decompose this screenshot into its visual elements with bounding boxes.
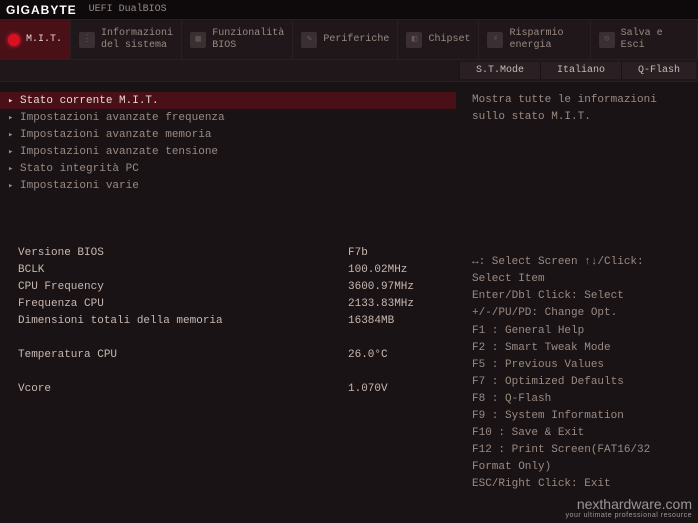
- stmode-button[interactable]: S.T.Mode: [459, 62, 540, 79]
- watermark: nexthardware.com your ultimate professio…: [566, 496, 692, 519]
- tab-system-info[interactable]: ⋮ Informazioni del sistema: [71, 20, 182, 59]
- info-value: 2133.83MHz: [348, 298, 414, 310]
- exit-icon: ⎋: [599, 32, 615, 48]
- menu-list: ▸ Stato corrente M.I.T. ▸ Impostazioni a…: [0, 92, 456, 194]
- tab-label: Chipset: [428, 34, 470, 46]
- tab-label: Informazioni del sistema: [101, 28, 173, 52]
- watermark-sub: your ultimate professional resource: [566, 512, 692, 519]
- triangle-icon: ▸: [8, 113, 16, 123]
- triangle-icon: ▸: [8, 96, 16, 106]
- tab-chipset[interactable]: ◧ Chipset: [398, 20, 479, 59]
- tab-label: Funzionalità BIOS: [212, 28, 284, 52]
- menu-item-label: Stato corrente M.I.T.: [20, 95, 159, 107]
- triangle-icon: ▸: [8, 181, 16, 191]
- menu-item-mit-status[interactable]: ▸ Stato corrente M.I.T.: [0, 92, 456, 109]
- help-line: Enter/Dbl Click: Select: [472, 288, 686, 305]
- help-line: F5 : Previous Values: [472, 357, 686, 374]
- header-subtitle: UEFI DualBIOS: [89, 4, 167, 15]
- menu-item-label: Impostazioni avanzate frequenza: [20, 112, 225, 124]
- chip-icon: ▦: [190, 32, 206, 48]
- menu-item-label: Impostazioni avanzate tensione: [20, 146, 218, 158]
- triangle-icon: ▸: [8, 130, 16, 140]
- menu-item-freq[interactable]: ▸ Impostazioni avanzate frequenza: [0, 109, 456, 126]
- right-pane: Mostra tutte le informazioni sullo stato…: [460, 82, 698, 503]
- info-label: Temperatura CPU: [18, 349, 348, 361]
- help-line: F9 : System Information: [472, 408, 686, 425]
- help-line: F12 : Print Screen(FAT16/32 Format Only): [472, 442, 686, 476]
- brand-logo: GIGABYTE: [6, 3, 77, 17]
- info-label: BCLK: [18, 264, 348, 276]
- help-line: ↔: Select Screen ↑↓/Click: Select Item: [472, 254, 686, 288]
- help-line: +/-/PU/PD: Change Opt.: [472, 305, 686, 322]
- info-row: BCLK 100.02MHz: [18, 261, 456, 278]
- menu-item-pc-health[interactable]: ▸ Stato integrità PC: [0, 160, 456, 177]
- triangle-icon: ▸: [8, 147, 16, 157]
- info-value: 16384MB: [348, 315, 394, 327]
- tab-label: Periferiche: [323, 34, 389, 46]
- info-block: Versione BIOS F7b BCLK 100.02MHz CPU Fre…: [0, 244, 456, 397]
- help-line: F7 : Optimized Defaults: [472, 374, 686, 391]
- tab-power[interactable]: ⚡ Risparmio energia: [479, 20, 590, 59]
- help-line: F2 : Smart Tweak Mode: [472, 340, 686, 357]
- info-row: CPU Frequency 3600.97MHz: [18, 278, 456, 295]
- tab-save-exit[interactable]: ⎋ Salva e Esci: [591, 20, 698, 59]
- help-block: ↔: Select Screen ↑↓/Click: Select Item E…: [472, 254, 686, 493]
- info-value: 1.070V: [348, 383, 388, 395]
- language-button[interactable]: Italiano: [540, 62, 621, 79]
- triangle-icon: ▸: [8, 164, 16, 174]
- info-row: Frequenza CPU 2133.83MHz: [18, 295, 456, 312]
- qflash-button[interactable]: Q-Flash: [621, 62, 696, 79]
- info-label: Vcore: [18, 383, 348, 395]
- help-line: F1 : General Help: [472, 323, 686, 340]
- watermark-main: nexthardware.com: [577, 496, 692, 512]
- menu-item-misc[interactable]: ▸ Impostazioni varie: [0, 177, 456, 194]
- info-value: 3600.97MHz: [348, 281, 414, 293]
- info-row: Dimensioni totali della memoria 16384MB: [18, 312, 456, 329]
- info-icon: ⋮: [79, 32, 95, 48]
- power-icon: ⚡: [487, 32, 503, 48]
- info-value: F7b: [348, 247, 368, 259]
- help-line: F8 : Q-Flash: [472, 391, 686, 408]
- content-area: ▸ Stato corrente M.I.T. ▸ Impostazioni a…: [0, 82, 698, 503]
- help-line: ESC/Right Click: Exit: [472, 476, 686, 493]
- info-label: CPU Frequency: [18, 281, 348, 293]
- info-row: Temperatura CPU 26.0°C: [18, 346, 456, 363]
- menu-item-voltage[interactable]: ▸ Impostazioni avanzate tensione: [0, 143, 456, 160]
- menu-item-memory[interactable]: ▸ Impostazioni avanzate memoria: [0, 126, 456, 143]
- main-tabs: M.I.T. ⋮ Informazioni del sistema ▦ Funz…: [0, 20, 698, 60]
- tab-mit[interactable]: M.I.T.: [0, 20, 71, 59]
- wrench-icon: ✎: [301, 32, 317, 48]
- tab-label: Salva e Esci: [621, 28, 689, 52]
- tab-label: M.I.T.: [26, 34, 62, 46]
- info-value: 26.0°C: [348, 349, 388, 361]
- header-bar: GIGABYTE UEFI DualBIOS: [0, 0, 698, 20]
- info-label: Dimensioni totali della memoria: [18, 315, 348, 327]
- chipset-icon: ◧: [406, 32, 422, 48]
- info-row: Vcore 1.070V: [18, 380, 456, 397]
- menu-item-label: Stato integrità PC: [20, 163, 139, 175]
- toolbar: S.T.Mode Italiano Q-Flash: [0, 60, 698, 82]
- info-label: Frequenza CPU: [18, 298, 348, 310]
- tab-label: Risparmio energia: [509, 28, 581, 52]
- help-line: F10 : Save & Exit: [472, 425, 686, 442]
- info-row: Versione BIOS F7b: [18, 244, 456, 261]
- menu-item-label: Impostazioni varie: [20, 180, 139, 192]
- tab-bios-features[interactable]: ▦ Funzionalità BIOS: [182, 20, 293, 59]
- active-dot-icon: [8, 34, 20, 46]
- description-text: Mostra tutte le informazioni sullo stato…: [472, 92, 686, 125]
- info-label: Versione BIOS: [18, 247, 348, 259]
- left-pane: ▸ Stato corrente M.I.T. ▸ Impostazioni a…: [0, 82, 460, 503]
- tab-peripherals[interactable]: ✎ Periferiche: [293, 20, 398, 59]
- menu-item-label: Impostazioni avanzate memoria: [20, 129, 211, 141]
- info-value: 100.02MHz: [348, 264, 407, 276]
